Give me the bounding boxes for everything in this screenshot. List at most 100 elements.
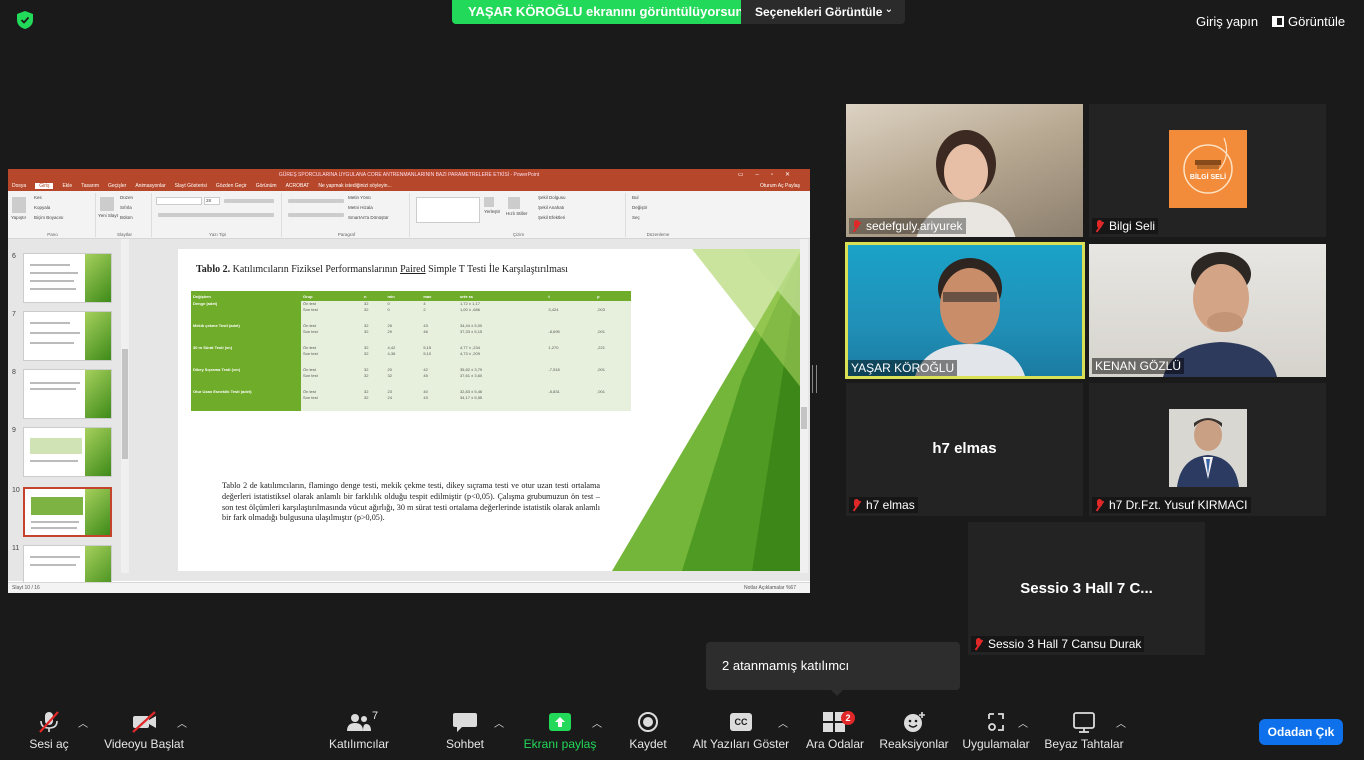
participant-tile[interactable]: h7 Dr.Fzt. Yusuf KIRMACI [1089, 383, 1326, 516]
table-spacer-cell [546, 401, 596, 411]
align-controls[interactable] [288, 213, 344, 217]
breakout-rooms-button[interactable]: 2 Ara Odalar [802, 700, 868, 760]
chat-button[interactable]: Sohbet [440, 700, 490, 760]
paste-label[interactable]: Yapıştır [11, 215, 26, 220]
slide-thumbnail[interactable] [23, 253, 112, 303]
slide-thumbnail[interactable] [23, 427, 112, 477]
mic-muted-icon [1095, 499, 1104, 511]
replace-button[interactable]: Değiştir [632, 205, 647, 210]
table-header-row: Değişken Grup n min max ort± ss t p [191, 291, 631, 301]
slide-thumbnails-pane[interactable]: 6 7 8 9 10 11 [8, 239, 120, 593]
quick-styles-icon[interactable] [508, 197, 520, 209]
font-name-field[interactable] [156, 197, 202, 205]
quick-styles-button[interactable]: Hızlı Stiller [506, 211, 528, 216]
share-screen-button[interactable]: Ekranı paylaş [522, 700, 598, 760]
tab-animasyonlar[interactable]: Animasyonlar [135, 183, 165, 189]
font-controls[interactable] [224, 199, 274, 203]
new-slide-label[interactable]: Yeni Slayt [98, 213, 118, 218]
share-screen-icon [549, 713, 571, 731]
arrange-button[interactable]: Yerleştir [484, 209, 500, 214]
participant-tile[interactable]: sedefguly.ariyurek [846, 104, 1083, 237]
participants-button[interactable]: 7 Katılımcılar [322, 700, 396, 760]
tell-me-search[interactable]: Ne yapmak istediğinizi söyleyin... [318, 183, 391, 189]
thumbnails-scrollbar[interactable] [121, 239, 129, 573]
shape-fill-button[interactable]: Şekil Dolgusu [538, 195, 566, 200]
paste-icon[interactable] [12, 197, 26, 213]
participant-tile[interactable]: KENAN GÖZLÜ [1089, 244, 1326, 377]
shapes-gallery[interactable] [416, 197, 480, 223]
table-header-cell: max [421, 291, 458, 301]
align-text-button[interactable]: Metni Hizala [348, 205, 373, 210]
text-direction-button[interactable]: Metin Yönü [348, 195, 371, 200]
whiteboards-button[interactable]: Beyaz Tahtalar [1042, 700, 1126, 760]
layout-button[interactable]: Düzen [120, 195, 133, 200]
smartart-button[interactable]: SmartArt'a Dönüştür [348, 215, 389, 220]
new-slide-icon[interactable] [100, 197, 114, 211]
list-controls[interactable] [288, 199, 344, 203]
copy-button[interactable]: Kopyala [34, 205, 50, 210]
slide-thumbnail[interactable] [23, 311, 112, 361]
font-size-field[interactable]: 28 [204, 197, 220, 205]
start-video-button[interactable]: Videoyu Başlat [100, 700, 188, 760]
table-spacer-cell [385, 313, 422, 323]
view-options-button[interactable]: Seçenekleri Görüntüle ⌄ [741, 0, 905, 24]
tab-ekle[interactable]: Ekle [62, 183, 72, 189]
current-slide[interactable]: Tablo 2. Katılımcıların Fiziksel Perform… [178, 249, 802, 571]
tab-acrobat[interactable]: ACROBAT [286, 183, 310, 189]
share-options-caret[interactable]: ︿ [592, 715, 602, 730]
reactions-button[interactable]: Reaksiyonlar [876, 700, 952, 760]
captions-icon: CC [730, 713, 752, 731]
sign-in-link[interactable]: Giriş yapın [1196, 14, 1258, 29]
captions-options-caret[interactable]: ︿ [778, 715, 788, 730]
cut-button[interactable]: Kes [34, 195, 42, 200]
tab-slayt-gosterisi[interactable]: Slayt Gösterisi [175, 183, 207, 189]
format-painter-button[interactable]: Biçim Boyacısı [34, 215, 64, 220]
view-button[interactable]: Görüntüle [1272, 14, 1345, 29]
signin-share[interactable]: Oturum Aç Paylaş [760, 183, 800, 189]
record-button[interactable]: Kaydet [622, 700, 674, 760]
unmute-button[interactable]: Sesi aç [24, 700, 74, 760]
table-header-cell: ort± ss [457, 291, 547, 301]
split-resize-handle[interactable] [812, 365, 817, 393]
whiteboard-options-caret[interactable]: ︿ [1116, 715, 1126, 730]
participant-tile[interactable]: h7 elmas h7 elmas [846, 383, 1083, 516]
table-spacer-cell [546, 335, 596, 345]
status-controls[interactable]: Notlar Açıklamalar %67 [744, 583, 796, 593]
captions-button[interactable]: CC Alt Yazıları Göster [692, 700, 790, 760]
reset-button[interactable]: Sıfırla [120, 205, 132, 210]
participant-tile-active-speaker[interactable]: YAŞAR KÖROĞLU [845, 242, 1085, 379]
participant-tile[interactable]: Sessio 3 Hall 7 C... Sessio 3 Hall 7 Can… [968, 522, 1205, 655]
video-options-caret[interactable]: ︿ [177, 715, 187, 730]
zoom-meeting-window: YAŞAR KÖROĞLU ekranını görüntülüyorsunuz… [0, 0, 1364, 760]
shape-effects-button[interactable]: Şekil Efektleri [538, 215, 565, 220]
apps-options-caret[interactable]: ︿ [1018, 715, 1028, 730]
tab-tasarim[interactable]: Tasarım [81, 183, 99, 189]
logo-emblem [1183, 137, 1233, 194]
participant-name-label: sedefguly.ariyurek [849, 218, 966, 234]
section-button[interactable]: Bölüm [120, 215, 133, 220]
tab-gecisler[interactable]: Geçişler [108, 183, 126, 189]
shape-outline-button[interactable]: Şekil Anahatı [538, 205, 564, 210]
font-style-controls[interactable] [158, 213, 274, 217]
select-button[interactable]: Seç [632, 215, 640, 220]
participant-tile[interactable]: BİLGİ SELİ Bilgi Seli [1089, 104, 1326, 237]
find-button[interactable]: Bul [632, 195, 639, 200]
table-header-cell: min [385, 291, 422, 301]
participants-label: Katılımcılar [328, 737, 389, 751]
tab-gorunum[interactable]: Görünüm [256, 183, 277, 189]
leave-room-button[interactable]: Odadan Çık [1259, 719, 1343, 745]
arrange-icon[interactable] [484, 197, 494, 207]
slide-scrollbar[interactable] [800, 239, 808, 573]
tab-dosya[interactable]: Dosya [12, 183, 26, 189]
audio-options-caret[interactable]: ︿ [78, 715, 88, 730]
tab-giris[interactable]: Giriş [35, 183, 54, 189]
participant-name-label: h7 elmas [849, 497, 918, 513]
shared-screen[interactable]: GÜREŞ SPORCULARINA UYGULANA CORE ANTRENM… [8, 169, 810, 593]
apps-label: Uygulamalar [962, 737, 1030, 751]
tab-gozden-gecir[interactable]: Gözden Geçir [216, 183, 247, 189]
chat-options-caret[interactable]: ︿ [494, 715, 504, 730]
slide-thumbnail[interactable] [23, 369, 112, 419]
security-shield-icon[interactable] [17, 11, 33, 29]
slide-thumbnail-selected[interactable] [23, 487, 112, 537]
apps-button[interactable]: Uygulamalar [958, 700, 1034, 760]
